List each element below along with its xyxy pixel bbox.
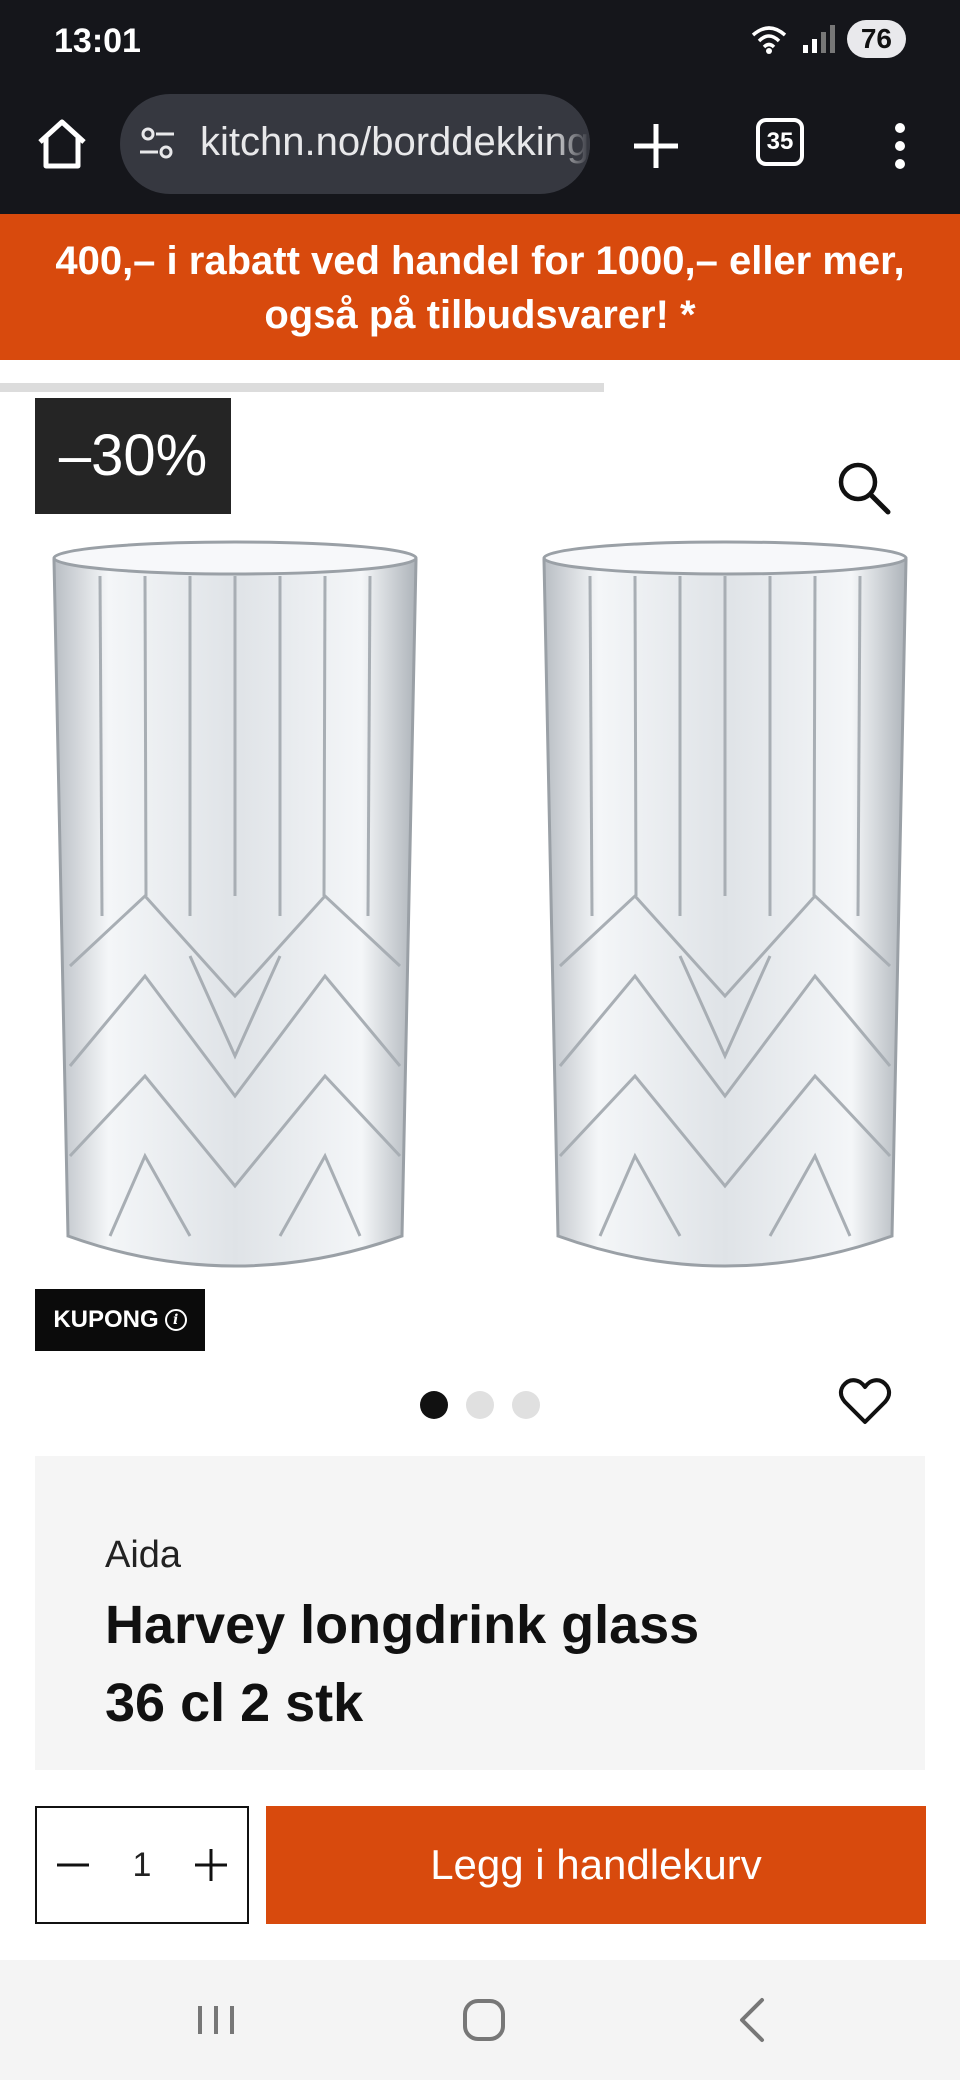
minus-icon[interactable] bbox=[53, 1845, 93, 1885]
quantity-stepper: 1 bbox=[35, 1806, 249, 1924]
product-title-line-1: Harvey longdrink glass bbox=[105, 1595, 700, 1655]
status-time: 13:01 bbox=[54, 22, 141, 60]
zoom-icon[interactable] bbox=[834, 458, 894, 518]
tab-switcher-button[interactable]: 35 bbox=[756, 118, 804, 166]
coupon-label: KUPONG bbox=[53, 1306, 159, 1333]
product-gallery[interactable]: –30% KUPONG i bbox=[0, 392, 960, 1424]
scroll-indicator bbox=[0, 383, 604, 392]
product-info: Aida Harvey longdrink glass 36 cl 2 stk bbox=[35, 1456, 925, 1770]
wifi-icon bbox=[751, 26, 786, 54]
browser-toolbar: kitchn.no/borddekking 35 bbox=[0, 86, 960, 214]
heart-icon[interactable] bbox=[838, 1374, 892, 1428]
discount-badge: –30% bbox=[35, 398, 231, 514]
status-bar: 13:01 76 bbox=[0, 0, 960, 86]
coupon-badge[interactable]: KUPONG i bbox=[35, 1289, 205, 1351]
signal-icon bbox=[802, 25, 835, 53]
new-tab-icon[interactable] bbox=[626, 116, 686, 176]
carousel-dots bbox=[420, 1391, 540, 1419]
url-bar[interactable]: kitchn.no/borddekking bbox=[120, 94, 590, 194]
site-settings-icon[interactable] bbox=[138, 124, 178, 164]
product-image-glass-right bbox=[542, 540, 908, 1268]
status-icons: 76 bbox=[749, 20, 906, 58]
carousel-dot[interactable] bbox=[420, 1391, 448, 1419]
info-icon: i bbox=[164, 1309, 187, 1331]
home-icon[interactable] bbox=[30, 112, 94, 176]
system-nav-bar bbox=[0, 1960, 960, 2080]
carousel-dot[interactable] bbox=[466, 1391, 494, 1419]
recent-apps-icon[interactable] bbox=[186, 1990, 246, 2050]
promo-line-1: 400,– i rabatt ved handel for 1000,– ell… bbox=[55, 239, 905, 283]
product-brand[interactable]: Aida bbox=[105, 1534, 181, 1577]
product-title-line-2: 36 cl 2 stk bbox=[105, 1673, 364, 1733]
back-icon[interactable] bbox=[724, 1990, 784, 2050]
product-image-glass-left bbox=[52, 540, 418, 1268]
carousel-dot[interactable] bbox=[512, 1391, 540, 1419]
url-text: kitchn.no/borddekking bbox=[200, 120, 590, 164]
promo-banner[interactable]: 400,– i rabatt ved handel for 1000,– ell… bbox=[0, 214, 960, 360]
quantity-value[interactable]: 1 bbox=[133, 1846, 152, 1885]
promo-line-2: også på tilbudsvarer! * bbox=[264, 293, 696, 337]
url-fade bbox=[550, 94, 590, 194]
home-nav-icon[interactable] bbox=[454, 1990, 514, 2050]
plus-icon[interactable] bbox=[191, 1845, 231, 1885]
battery-indicator: 76 bbox=[846, 20, 906, 58]
add-to-cart-button[interactable]: Legg i handlekurv bbox=[266, 1806, 926, 1924]
product-title: Harvey longdrink glass 36 cl 2 stk bbox=[105, 1586, 825, 1742]
more-menu-icon[interactable] bbox=[880, 116, 920, 176]
